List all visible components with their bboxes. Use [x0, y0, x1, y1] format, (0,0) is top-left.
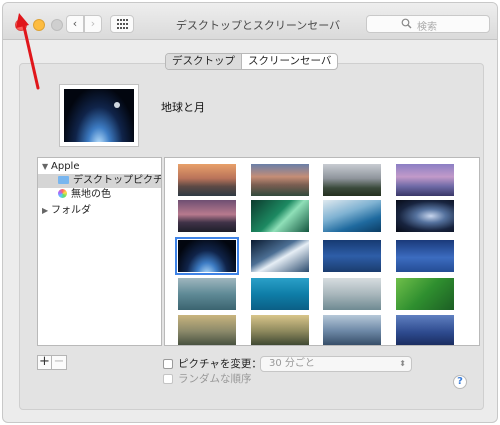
show-all-button[interactable]: [110, 15, 134, 33]
disclosure-open-icon[interactable]: ▼: [42, 160, 51, 174]
current-picture-name: 地球と月: [161, 101, 205, 114]
thumbnail[interactable]: [323, 315, 381, 345]
random-order-label: ランダムな順序: [178, 373, 252, 385]
change-picture-label: ピクチャを変更：: [178, 358, 262, 370]
search-field[interactable]: 検索: [366, 15, 490, 33]
color-wheel-icon: [58, 189, 67, 198]
sidebar-item-solid-colors[interactable]: 無地の色: [38, 188, 161, 202]
thumbnail[interactable]: [323, 278, 381, 310]
window-title: デスクトップとスクリーンセーバ: [175, 19, 341, 32]
picture-grid: [164, 157, 480, 346]
chevron-right-icon: ›: [90, 17, 96, 30]
source-list: ▼Apple デスクトップピクチャ 無地の色 ▶フォルダ: [37, 157, 162, 346]
random-order-checkbox[interactable]: [163, 374, 173, 384]
chevron-left-icon: ‹: [72, 17, 78, 30]
remove-folder-button[interactable]: −: [52, 355, 67, 370]
sidebar-group-apple[interactable]: ▼ Apple: [38, 160, 161, 174]
tab-screensaver[interactable]: スクリーンセーバ: [242, 54, 337, 69]
grid-icon: [117, 19, 128, 29]
updown-arrows-icon: ⬍: [399, 359, 406, 368]
forward-button[interactable]: ›: [84, 15, 102, 33]
system-preferences-window: ‹ › デスクトップとスクリーンセーバ 検索 デスクトップ スクリーンセーバ 地…: [3, 3, 497, 422]
thumbnail[interactable]: [178, 315, 236, 345]
disclosure-closed-icon[interactable]: ▶: [42, 204, 51, 218]
thumbnail[interactable]: [251, 200, 309, 232]
sidebar-group-folders[interactable]: ▶ フォルダ: [38, 204, 161, 218]
moon-shape: [114, 102, 120, 108]
sidebar-group-label: フォルダ: [51, 205, 91, 216]
thumbnail[interactable]: [396, 164, 454, 196]
tab-desktop[interactable]: デスクトップ: [166, 54, 242, 69]
thumbnail[interactable]: [251, 278, 309, 310]
thumbnail[interactable]: [396, 240, 454, 272]
thumbnail[interactable]: [396, 315, 454, 345]
current-picture-preview: [59, 84, 139, 147]
help-button[interactable]: ?: [453, 375, 467, 389]
thumbnail[interactable]: [323, 240, 381, 272]
thumbnail[interactable]: [178, 278, 236, 310]
add-remove-buttons: + −: [37, 355, 67, 371]
thumbnail[interactable]: [396, 278, 454, 310]
thumbnail[interactable]: [396, 200, 454, 232]
sidebar-item-label: 無地の色: [71, 189, 111, 200]
zoom-window-button[interactable]: [51, 19, 63, 31]
thumbnail[interactable]: [178, 200, 236, 232]
add-folder-button[interactable]: +: [37, 355, 52, 370]
search-placeholder: 検索: [417, 22, 437, 33]
thumbnail[interactable]: [178, 164, 236, 196]
thumbnail[interactable]: [251, 315, 309, 345]
thumbnail[interactable]: [251, 164, 309, 196]
sidebar-item-desktop-pictures[interactable]: デスクトップピクチャ: [38, 174, 161, 188]
tab-bar: デスクトップ スクリーンセーバ: [165, 53, 339, 70]
change-picture-checkbox[interactable]: [163, 359, 173, 369]
thumbnail[interactable]: [323, 164, 381, 196]
folder-icon: [58, 176, 69, 184]
earth-moon-image: [64, 89, 134, 142]
thumbnail[interactable]: [323, 200, 381, 232]
interval-popup[interactable]: 30 分ごと ⬍: [260, 356, 412, 372]
thumbnail[interactable]: [251, 240, 309, 272]
titlebar: ‹ › デスクトップとスクリーンセーバ 検索: [3, 3, 497, 40]
annotation-arrow-icon: [16, 13, 40, 90]
sidebar-group-label: Apple: [51, 161, 80, 172]
back-button[interactable]: ‹: [66, 15, 84, 33]
sidebar-item-label: デスクトップピクチャ: [73, 175, 161, 186]
interval-value: 30 分ごと: [269, 358, 315, 369]
thumbnail-selected[interactable]: [175, 237, 239, 275]
search-icon: [401, 18, 412, 29]
